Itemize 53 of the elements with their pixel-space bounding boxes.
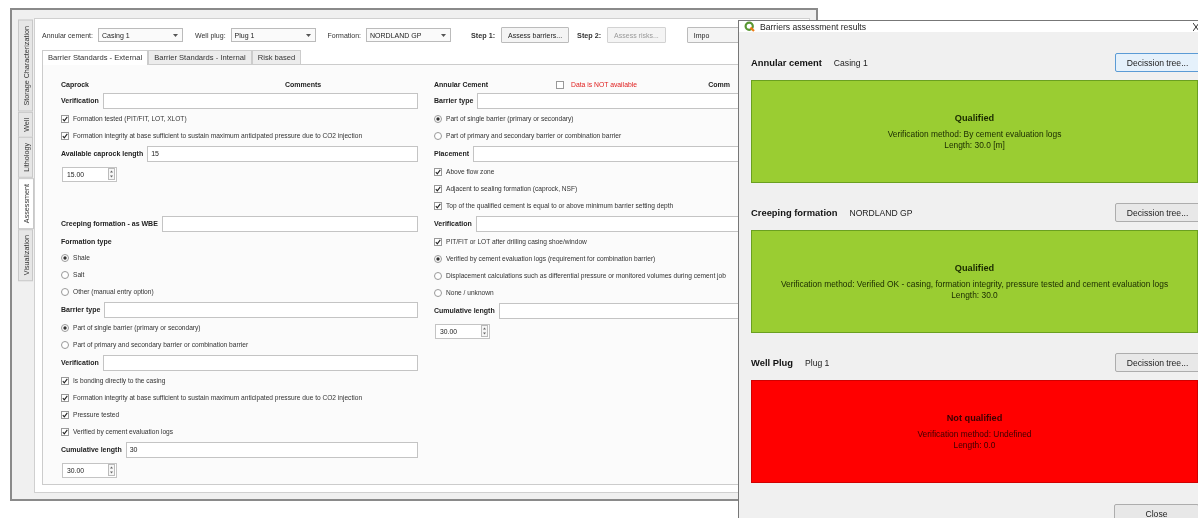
result-length: Length: 0.0: [953, 439, 996, 451]
radio-button[interactable]: [434, 131, 442, 140]
dialog-title: Barriers assessment results: [760, 21, 868, 32]
checkbox[interactable]: [556, 80, 564, 89]
decision-tree-button[interactable]: Decission tree...: [1115, 53, 1198, 72]
checkbox[interactable]: [61, 393, 69, 402]
checkbox[interactable]: [61, 410, 69, 419]
result-status: Qualified: [954, 262, 995, 273]
logo-icon: [744, 21, 755, 32]
radio-button[interactable]: [61, 323, 69, 332]
caret-icon: [305, 33, 311, 37]
spin-arrows-icon: [481, 325, 488, 337]
radio-button[interactable]: [61, 253, 69, 262]
result-subject: Casing 1: [833, 57, 869, 68]
result-heading: Well Plug: [751, 357, 794, 368]
spin-arrows-icon: [108, 168, 115, 180]
verification-method: Verification method: Undefined: [917, 428, 1032, 440]
result-heading: Creeping formation: [751, 207, 838, 218]
checkbox[interactable]: [434, 201, 442, 210]
radio-button[interactable]: [434, 254, 442, 263]
checkbox[interactable]: [61, 114, 69, 123]
checkbox[interactable]: [61, 131, 69, 140]
result-status: Not qualified: [946, 412, 1003, 423]
close-icon: [1193, 22, 1198, 31]
checkbox[interactable]: [434, 167, 442, 176]
text-field[interactable]: [102, 354, 418, 371]
result-subject: NORDLAND GP: [849, 207, 914, 218]
result-subject: Plug 1: [805, 357, 831, 368]
radio-button[interactable]: [61, 340, 69, 349]
close-button[interactable]: Close: [1114, 504, 1198, 518]
verification-method: Verification method: By cement evaluation logs: [887, 128, 1062, 140]
result-status: Qualified: [954, 112, 995, 123]
checkbox[interactable]: [61, 376, 69, 385]
caret-icon: [173, 33, 178, 37]
checkbox[interactable]: [434, 237, 442, 246]
radio-button[interactable]: [61, 287, 69, 296]
result-heading: Annular cement: [751, 57, 822, 68]
decision-tree-button[interactable]: Decission tree...: [1115, 353, 1198, 372]
caret-icon: [441, 33, 447, 37]
radio-button[interactable]: [434, 271, 442, 280]
checkbox[interactable]: [61, 427, 69, 436]
text-field[interactable]: [161, 215, 418, 232]
checkbox[interactable]: [434, 184, 442, 193]
text-field[interactable]: [104, 301, 418, 318]
radio-button[interactable]: [434, 114, 442, 123]
verification-method: Verification method: Verified OK - casing, formation integrity, pressure tested and cement evaluation logs: [780, 278, 1169, 290]
decision-tree-button[interactable]: Decission tree...: [1115, 203, 1198, 222]
text-field[interactable]: [102, 92, 418, 109]
result-length: Length: 30.0: [951, 289, 998, 301]
radio-button[interactable]: [434, 288, 442, 297]
radio-button[interactable]: [61, 270, 69, 279]
spin-arrows-icon: [108, 464, 115, 476]
result-length: Length: 30.0 [m]: [944, 139, 1005, 151]
